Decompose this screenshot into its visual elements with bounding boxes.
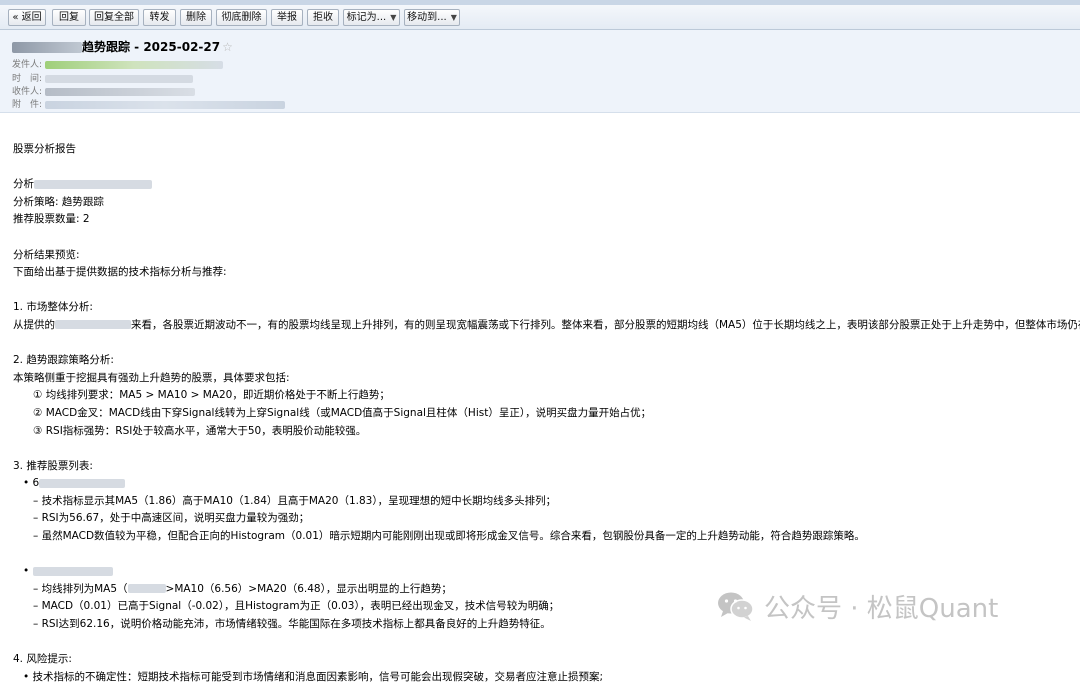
stock1-detail: – 技术指标显示其MA5（1.86）高于MA10（1.84）且高于MA20（1.… xyxy=(33,494,557,507)
preview-title: 分析结果预览: xyxy=(13,248,80,261)
redacted-stock2 xyxy=(32,566,113,576)
delete-button[interactable]: 删除 xyxy=(180,9,212,26)
stock2-ma-a: – 均线排列为MA5（ xyxy=(33,582,128,595)
chevron-down-icon: ▼ xyxy=(450,13,457,22)
stock2-header: • xyxy=(13,563,1080,581)
mark-as-label: 标记为... xyxy=(346,12,387,23)
redacted-time xyxy=(44,74,193,83)
criteria-item: ③ RSI指标强势：RSI处于较高水平，通常大于50，表明股价动能较强。 xyxy=(33,424,367,437)
subject-text: 趋势跟踪 - 2025-02-27 xyxy=(82,40,221,54)
attachment-label: 附 件: xyxy=(12,100,43,110)
redacted-recipient[interactable] xyxy=(44,87,195,96)
section1-prefix: 从提供的 xyxy=(13,318,55,331)
section4-title: 4. 风险提示: xyxy=(13,653,72,666)
redacted-stock1 xyxy=(39,478,126,488)
bullet: • xyxy=(23,477,30,490)
watermark-text: 公众号 · 松鼠Quant xyxy=(764,593,999,624)
stock1-detail: – RSI为56.67，处于中高速区间，说明买盘力量较为强劲； xyxy=(33,512,310,525)
reply-button[interactable]: 回复 xyxy=(52,9,86,26)
report-title: 股票分析报告 xyxy=(13,143,76,155)
redacted-ma5 xyxy=(127,584,166,594)
stock2-ma-b: >MA10（6.56）>MA20（6.48），显示出明显的上行趋势； xyxy=(165,582,452,595)
criteria-item: ① 均线排列要求：MA5 > MA10 > MA20，即近期价格处于不断上行趋势… xyxy=(33,389,390,402)
analysis-line: 分析 xyxy=(13,176,1080,194)
chevron-down-icon: ▼ xyxy=(390,13,397,22)
mail-subject: 趋势跟踪 - 2025-02-27 ☆ xyxy=(12,38,233,55)
bullet: • xyxy=(23,565,30,578)
redacted-sender[interactable] xyxy=(44,60,223,69)
stock1-detail: – 虽然MACD数值较为平稳，但配合正向的Histogram（0.01）暗示短期… xyxy=(33,530,865,543)
attachment-row: 附 件: xyxy=(12,97,285,110)
section2-desc: 本策略侧重于挖掘具有强劲上升趋势的股票，具体要求包括: xyxy=(13,371,290,384)
mark-as-dropdown[interactable]: 标记为... ▼ xyxy=(343,9,400,26)
section1-title: 1. 市场整体分析: xyxy=(13,301,93,314)
redacted-data-source xyxy=(55,320,131,330)
star-icon[interactable]: ☆ xyxy=(222,40,233,54)
report-button[interactable]: 举报 xyxy=(271,9,303,26)
time-label: 时 间: xyxy=(12,74,43,84)
mail-toolbar: « 返回 回复 回复全部 转发 删除 彻底删除 举报 拒收 标记为... ▼ 移动… xyxy=(0,5,1080,30)
time-row: 时 间: xyxy=(12,71,193,84)
from-label: 发件人: xyxy=(12,60,43,70)
stock1-header: • 6 xyxy=(13,475,1080,493)
from-row: 发件人: xyxy=(12,57,223,70)
back-button[interactable]: « 返回 xyxy=(8,9,46,26)
criteria-item: ② MACD金叉：MACD线由下穿Signal线转为上穿Signal线（或MAC… xyxy=(33,406,652,419)
stock1-code-prefix: 6 xyxy=(32,477,40,490)
section1-text: 从提供的 来看，各股票近期波动不一，有的股票均线呈现上升排列，有的则呈现宽幅震荡或… xyxy=(13,317,1080,335)
redacted-attachment[interactable] xyxy=(44,100,285,109)
redacted-sender-name xyxy=(12,42,82,53)
watermark: 公众号 · 松鼠Quant xyxy=(716,588,998,624)
section3-title: 3. 推荐股票列表: xyxy=(13,459,93,472)
section2-title: 2. 趋势跟踪策略分析: xyxy=(13,354,114,367)
risk-item: • 技术指标的不确定性：短期技术指标可能受到市场情绪和消息面因素影响，信号可能会… xyxy=(23,670,604,683)
count-line: 推荐股票数量: 2 xyxy=(13,213,90,226)
move-to-label: 移动到... xyxy=(407,12,447,23)
to-row: 收件人: xyxy=(12,84,195,97)
wechat-icon xyxy=(716,590,756,622)
move-to-dropdown[interactable]: 移动到... ▼ xyxy=(404,9,460,26)
forward-button[interactable]: 转发 xyxy=(143,9,176,26)
preview-desc: 下面给出基于提供数据的技术指标分析与推荐: xyxy=(13,266,227,279)
strategy-line: 分析策略: 趋势跟踪 xyxy=(13,195,104,208)
reply-all-button[interactable]: 回复全部 xyxy=(89,9,139,26)
analysis-prefix: 分析 xyxy=(13,178,34,191)
delete-permanently-button[interactable]: 彻底删除 xyxy=(216,9,267,26)
mail-header: 趋势跟踪 - 2025-02-27 ☆ 发件人: 时 间: 收件人: 附 件: xyxy=(0,30,1080,113)
section1-body: 来看，各股票近期波动不一，有的股票均线呈现上升排列，有的则呈现宽幅震荡或下行排列… xyxy=(131,318,1080,331)
to-label: 收件人: xyxy=(12,87,43,97)
redacted-analysis xyxy=(34,179,152,189)
reject-button[interactable]: 拒收 xyxy=(307,9,339,26)
